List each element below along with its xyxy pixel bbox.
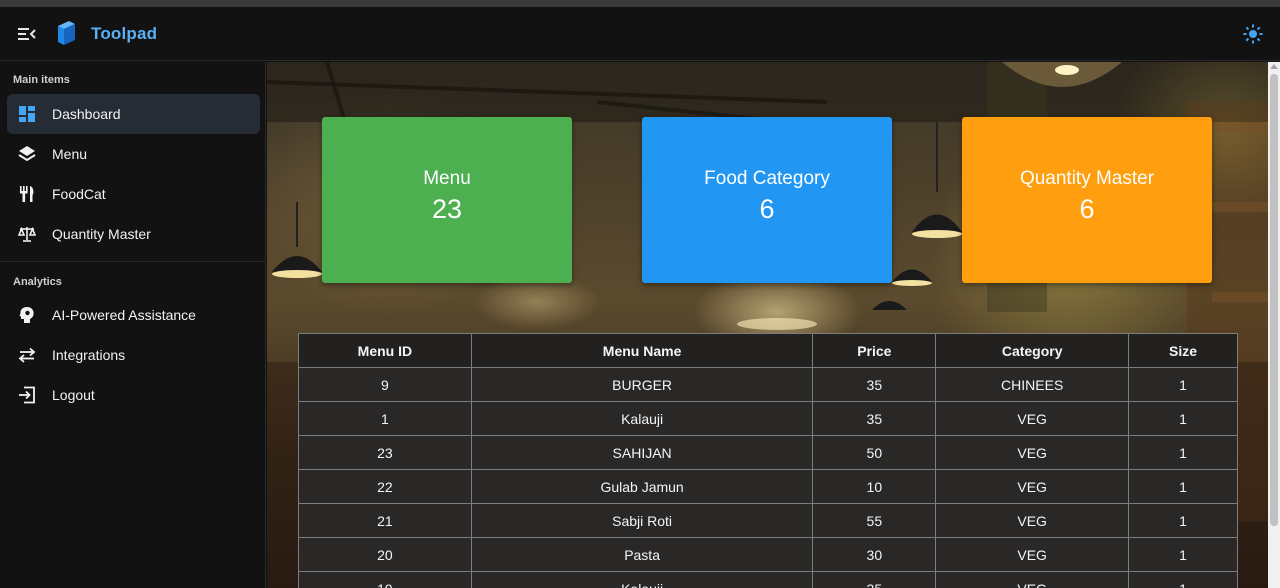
cell-category: CHINEES — [935, 367, 1130, 402]
column-header-price[interactable]: Price — [812, 333, 937, 368]
cell-category: VEG — [935, 401, 1130, 436]
scrollbar-thumb[interactable] — [1270, 74, 1278, 526]
sidebar-divider — [0, 261, 266, 262]
cell-price: 10 — [812, 469, 937, 504]
table-row[interactable]: 9 BURGER 35 CHINEES 1 — [298, 367, 1238, 402]
sidebar-item-ai-assistance[interactable]: AI-Powered Assistance — [7, 295, 260, 335]
quantity-master-count-card[interactable]: Quantity Master 6 — [962, 117, 1212, 283]
swap-icon — [17, 345, 37, 365]
app-header: Toolpad — [0, 7, 1280, 61]
cell-category: VEG — [935, 571, 1130, 588]
table-row[interactable]: 23 SAHIJAN 50 VEG 1 — [298, 435, 1238, 470]
sidebar: Main items Dashboard Menu FoodCat Quanti… — [0, 62, 266, 588]
cell-menu-id: 19 — [298, 571, 472, 588]
cell-menu-name: SAHIJAN — [470, 435, 814, 470]
dashboard-main: Menu 23 Food Category 6 Quantity Master … — [267, 62, 1268, 588]
cell-category: VEG — [935, 469, 1130, 504]
cell-size: 1 — [1128, 401, 1238, 436]
cell-menu-name: BURGER — [470, 367, 814, 402]
menu-count-card[interactable]: Menu 23 — [322, 117, 572, 283]
cell-price: 55 — [812, 503, 937, 538]
sun-icon — [1243, 24, 1263, 44]
cell-menu-id: 20 — [298, 537, 472, 572]
logout-icon — [17, 385, 37, 405]
table-row[interactable]: 21 Sabji Roti 55 VEG 1 — [298, 503, 1238, 538]
cell-category: VEG — [935, 503, 1130, 538]
card-title: Food Category — [704, 168, 830, 189]
sidebar-item-label: Logout — [52, 387, 95, 403]
cell-size: 1 — [1128, 367, 1238, 402]
card-title: Menu — [423, 168, 471, 189]
table-header-row: Menu ID Menu Name Price Category Size — [298, 333, 1238, 368]
theme-toggle-button[interactable] — [1240, 22, 1266, 46]
cell-menu-name: Kalauji — [470, 571, 814, 588]
sidebar-item-foodcat[interactable]: FoodCat — [7, 174, 260, 214]
cell-price: 50 — [812, 435, 937, 470]
sidebar-item-label: Integrations — [52, 347, 126, 363]
cell-price: 30 — [812, 537, 937, 572]
card-value: 23 — [431, 194, 463, 224]
section-title-analytics: Analytics — [13, 276, 62, 288]
sidebar-item-integrations[interactable]: Integrations — [7, 335, 260, 375]
toolpad-logo-icon — [58, 21, 75, 45]
column-header-size[interactable]: Size — [1128, 333, 1238, 368]
card-value: 6 — [1079, 194, 1095, 224]
main-scrollbar[interactable] — [1268, 62, 1280, 588]
cell-menu-name: Kalauji — [470, 401, 814, 436]
menu-open-icon — [18, 28, 36, 40]
card-value: 6 — [759, 194, 775, 224]
cell-size: 1 — [1128, 469, 1238, 504]
cell-menu-id: 1 — [298, 401, 472, 436]
cell-price: 35 — [812, 367, 937, 402]
cell-category: VEG — [935, 537, 1130, 572]
sidebar-item-quantity-master[interactable]: Quantity Master — [7, 214, 260, 254]
sidebar-item-menu[interactable]: Menu — [7, 134, 260, 174]
sidebar-item-label: Dashboard — [52, 106, 121, 122]
sidebar-item-label: FoodCat — [52, 186, 106, 202]
cell-size: 1 — [1128, 571, 1238, 588]
window-top-strip — [0, 0, 1280, 7]
section-title-main-items: Main items — [13, 74, 70, 86]
dashboard-icon — [17, 104, 37, 124]
cell-menu-name: Pasta — [470, 537, 814, 572]
sidebar-item-label: AI-Powered Assistance — [52, 307, 196, 323]
cell-menu-name: Gulab Jamun — [470, 469, 814, 504]
cell-menu-id: 9 — [298, 367, 472, 402]
table-row[interactable]: 1 Kalauji 35 VEG 1 — [298, 401, 1238, 436]
column-header-menu-id[interactable]: Menu ID — [298, 333, 472, 368]
sidebar-item-dashboard[interactable]: Dashboard — [7, 94, 260, 134]
scroll-up-arrow-icon[interactable] — [1270, 64, 1278, 69]
psychology-icon — [17, 305, 37, 325]
app-title: Toolpad — [91, 24, 158, 43]
sidebar-item-logout[interactable]: Logout — [7, 375, 260, 415]
menu-table: Menu ID Menu Name Price Category Size 9 … — [298, 333, 1238, 588]
collapse-menu-button[interactable] — [14, 23, 40, 45]
cell-menu-id: 21 — [298, 503, 472, 538]
cell-category: VEG — [935, 435, 1130, 470]
sidebar-item-label: Menu — [52, 146, 88, 162]
food-category-count-card[interactable]: Food Category 6 — [642, 117, 892, 283]
column-header-category[interactable]: Category — [935, 333, 1130, 368]
cell-menu-name: Sabji Roti — [470, 503, 814, 538]
cell-price: 35 — [812, 401, 937, 436]
table-row[interactable]: 19 Kalauji 35 VEG 1 — [298, 571, 1238, 588]
cell-size: 1 — [1128, 435, 1238, 470]
column-header-menu-name[interactable]: Menu Name — [470, 333, 814, 368]
restaurant-icon — [17, 184, 37, 204]
layers-icon — [17, 144, 37, 164]
cell-price: 35 — [812, 571, 937, 588]
table-row[interactable]: 20 Pasta 30 VEG 1 — [298, 537, 1238, 572]
scale-icon — [17, 224, 37, 244]
card-title: Quantity Master — [1019, 168, 1155, 189]
cell-size: 1 — [1128, 503, 1238, 538]
cell-menu-id: 22 — [298, 469, 472, 504]
table-row[interactable]: 22 Gulab Jamun 10 VEG 1 — [298, 469, 1238, 504]
cell-menu-id: 23 — [298, 435, 472, 470]
cell-size: 1 — [1128, 537, 1238, 572]
sidebar-item-label: Quantity Master — [52, 226, 151, 242]
